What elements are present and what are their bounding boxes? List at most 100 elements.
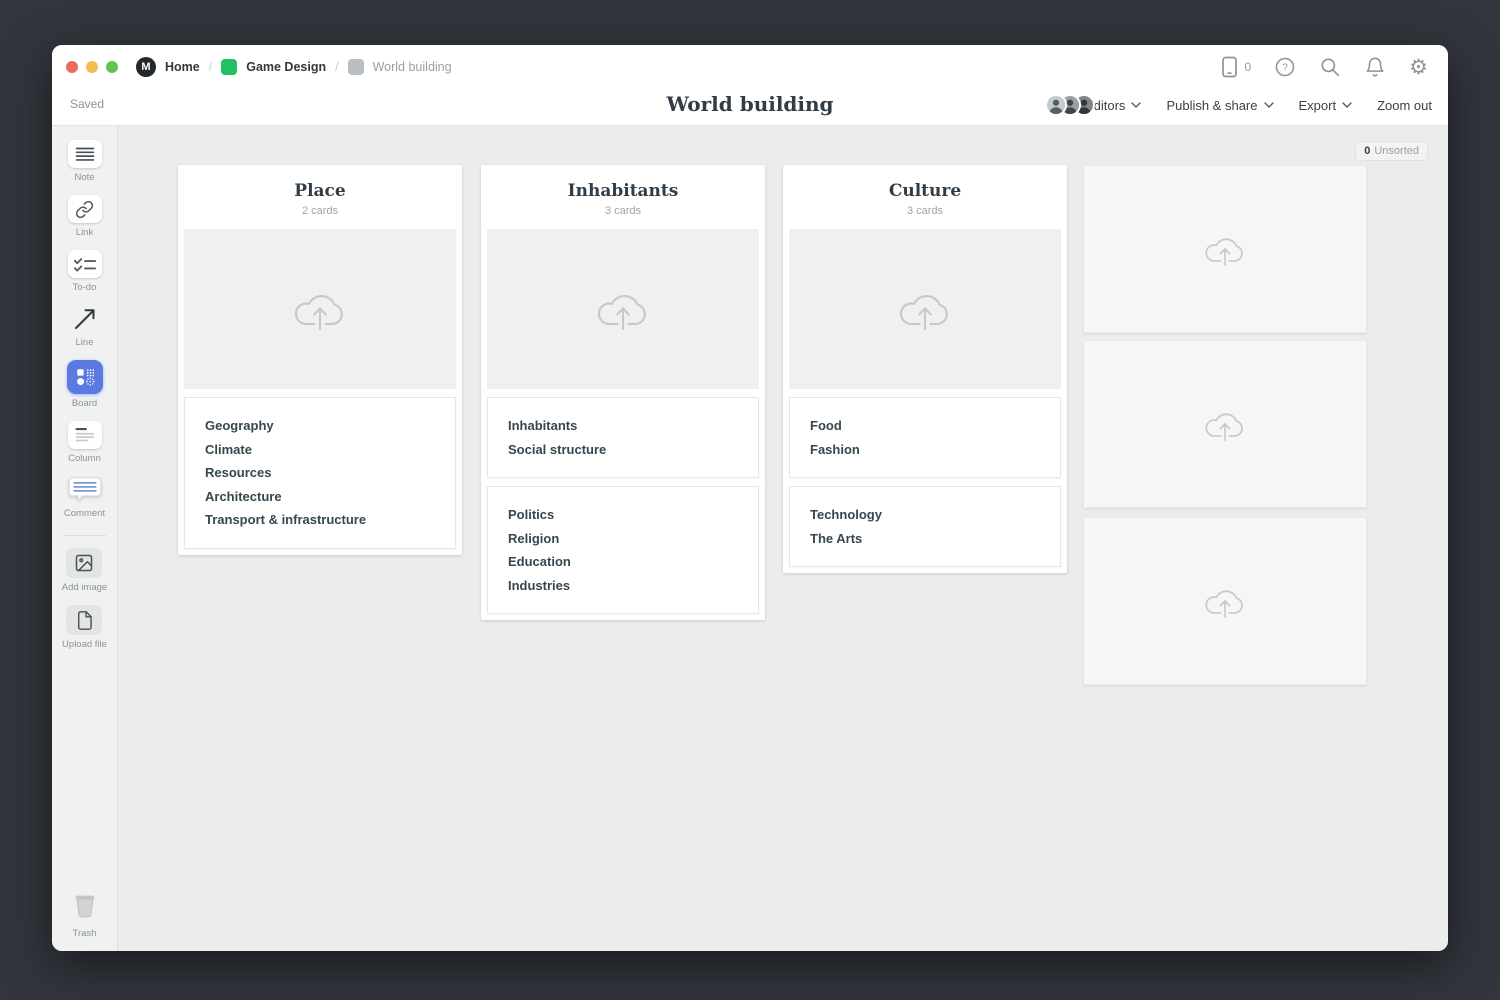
- publish-share-label: Publish & share: [1166, 98, 1257, 113]
- line-arrow-icon: [68, 305, 102, 333]
- card-item: The Arts: [810, 527, 1040, 551]
- unsorted-badge[interactable]: 0 Unsorted: [1355, 141, 1428, 161]
- column-title: Culture: [789, 181, 1061, 201]
- tool-sidebar: Note Link To-do Line: [52, 126, 118, 951]
- tool-link[interactable]: Link: [68, 195, 102, 238]
- sidebar-divider: [64, 535, 106, 536]
- tool-column-label: Column: [68, 453, 101, 464]
- chevron-down-icon: [1131, 102, 1141, 108]
- image-icon: [66, 548, 102, 578]
- tool-note-label: Note: [74, 172, 94, 183]
- tool-line[interactable]: Line: [68, 305, 102, 348]
- app-window: M Home / Game Design / World building 0 …: [52, 45, 1448, 951]
- cloud-upload-icon: [1200, 581, 1250, 621]
- column-header: Culture3 cards: [789, 165, 1061, 229]
- tool-comment-label: Comment: [64, 508, 105, 519]
- trash[interactable]: Trash: [70, 891, 100, 939]
- tool-upload-file-label: Upload file: [62, 639, 107, 650]
- cloud-upload-icon: [1200, 404, 1250, 444]
- board-column-culture[interactable]: Culture3 cards FoodFashionTechnologyThe A…: [783, 165, 1067, 573]
- tool-column[interactable]: Column: [68, 421, 102, 464]
- tool-board-selected[interactable]: Board: [67, 360, 103, 409]
- maximize-window-button[interactable]: [106, 61, 118, 73]
- unsorted-count: 0: [1364, 145, 1370, 157]
- card-item: Fashion: [810, 438, 1040, 462]
- cloud-upload-icon: [893, 283, 957, 335]
- note-card[interactable]: GeographyClimateResourcesArchitectureTra…: [184, 397, 456, 549]
- editors-menu[interactable]: Editors: [1045, 94, 1141, 116]
- project-color-icon: [221, 59, 237, 75]
- board-column-inhabitants[interactable]: Inhabitants 3 cards InhabitantsSocial stru…: [481, 165, 765, 620]
- note-card[interactable]: InhabitantsSocial structure: [487, 397, 759, 478]
- card-item: Politics: [508, 503, 738, 527]
- column-title: Inhabitants: [487, 181, 759, 201]
- empty-image-placeholder[interactable]: [1083, 517, 1367, 685]
- breadcrumb: M Home / Game Design / World building: [136, 57, 452, 77]
- card-item: Industries: [508, 574, 738, 598]
- column-card-count: 3 cards: [487, 205, 759, 217]
- board-color-icon: [348, 59, 364, 75]
- column-card-count: 2 cards: [184, 205, 456, 217]
- search-button[interactable]: [1319, 56, 1341, 78]
- tool-board-label: Board: [72, 398, 97, 409]
- image-placeholder[interactable]: [184, 229, 456, 389]
- svg-text:?: ?: [1282, 63, 1288, 74]
- board-column-place[interactable]: Place2 cards GeographyClimateResourcesArc…: [178, 165, 462, 555]
- column-icon: [68, 421, 102, 449]
- file-icon: [66, 605, 102, 635]
- device-count: 0: [1244, 60, 1251, 74]
- card-item: Climate: [205, 438, 435, 462]
- export-menu[interactable]: Export: [1299, 98, 1353, 113]
- tool-note[interactable]: Note: [68, 140, 102, 183]
- breadcrumb-separator: /: [209, 60, 212, 74]
- breadcrumb-board[interactable]: World building: [373, 60, 452, 74]
- export-label: Export: [1299, 98, 1337, 113]
- help-button[interactable]: ?: [1274, 56, 1296, 78]
- tool-todo-label: To-do: [73, 282, 97, 293]
- card-item: Religion: [508, 527, 738, 551]
- note-card[interactable]: TechnologyThe Arts: [789, 486, 1061, 567]
- trash-label: Trash: [73, 928, 97, 939]
- note-card[interactable]: PoliticsReligionEducationIndustries: [487, 486, 759, 614]
- close-window-button[interactable]: [66, 61, 78, 73]
- trash-icon: [70, 891, 100, 924]
- breadcrumb-separator: /: [335, 60, 338, 74]
- empty-image-placeholder[interactable]: [1083, 340, 1367, 508]
- tool-add-image[interactable]: Add image: [62, 548, 107, 593]
- tool-comment[interactable]: Comment: [64, 476, 105, 519]
- image-placeholder[interactable]: [487, 229, 759, 389]
- tool-upload-file[interactable]: Upload file: [62, 605, 107, 650]
- note-card[interactable]: FoodFashion: [789, 397, 1061, 478]
- link-icon: [68, 195, 102, 223]
- canvas[interactable]: 0Unsorted Place2 cardsGeographyClimateRe…: [118, 126, 1448, 951]
- notifications-button[interactable]: [1364, 56, 1386, 78]
- todo-icon: [68, 250, 102, 278]
- comment-icon: [68, 476, 102, 504]
- zoom-out-button[interactable]: Zoom out: [1377, 98, 1432, 113]
- card-item: Education: [508, 550, 738, 574]
- cloud-upload-icon: [591, 283, 655, 335]
- card-item: Geography: [205, 414, 435, 438]
- tool-add-image-label: Add image: [62, 582, 107, 593]
- image-placeholder[interactable]: [789, 229, 1061, 389]
- tool-todo[interactable]: To-do: [68, 250, 102, 293]
- card-item: Resources: [205, 461, 435, 485]
- window-controls: [66, 61, 118, 73]
- card-item: Social structure: [508, 438, 738, 462]
- publish-share-menu[interactable]: Publish & share: [1166, 98, 1273, 113]
- unsorted-label: Unsorted: [1374, 145, 1419, 157]
- mobile-devices-button[interactable]: 0: [1221, 56, 1251, 78]
- column-header: Place2 cards: [184, 165, 456, 229]
- breadcrumb-project[interactable]: Game Design: [246, 60, 326, 74]
- titlebar: M Home / Game Design / World building 0 …: [52, 45, 1448, 126]
- phone-icon: [1221, 56, 1238, 78]
- app-logo[interactable]: M: [136, 57, 156, 77]
- settings-button[interactable]: ⚙: [1409, 57, 1428, 78]
- minimize-window-button[interactable]: [86, 61, 98, 73]
- cloud-upload-icon: [288, 283, 352, 335]
- board-icon: [67, 360, 103, 394]
- empty-image-placeholder[interactable]: [1083, 165, 1367, 333]
- breadcrumb-home[interactable]: Home: [165, 60, 200, 74]
- editor-avatar: [1045, 94, 1067, 116]
- note-icon: [68, 140, 102, 168]
